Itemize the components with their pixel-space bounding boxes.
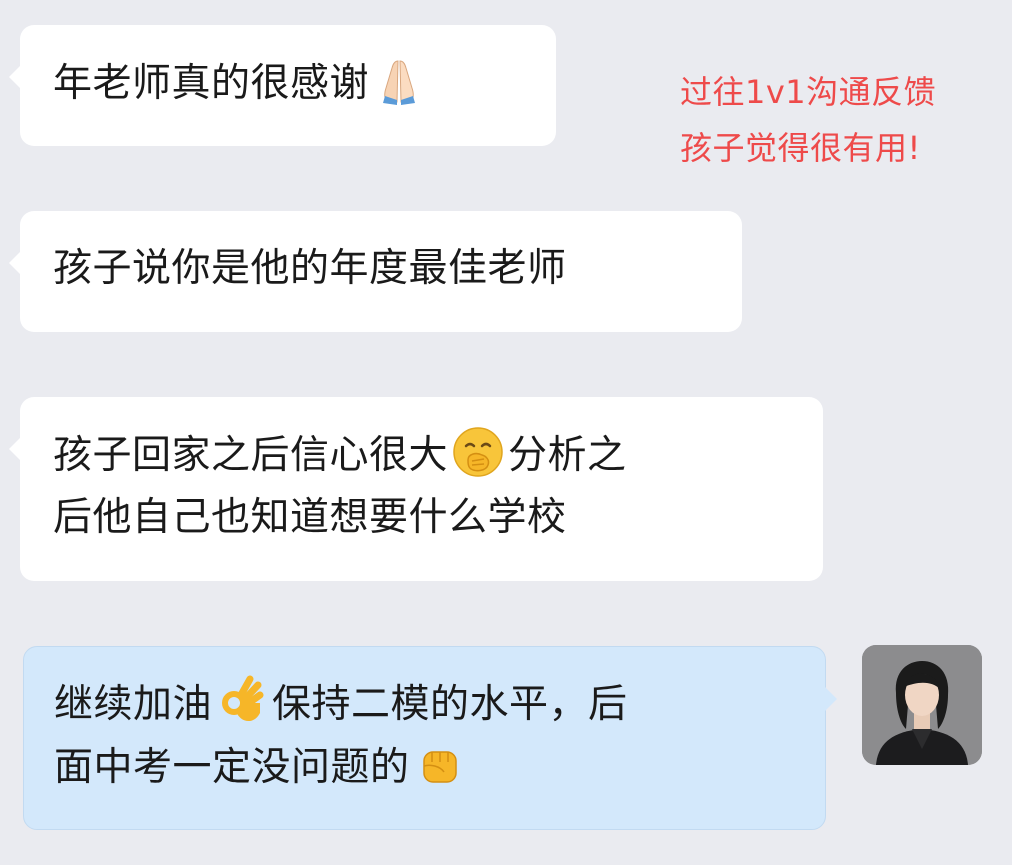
message-text: 孩子说你是他的年度最佳老师 bbox=[53, 246, 567, 291]
message-text: 分析之 bbox=[508, 433, 627, 478]
message-text: 面中考一定没问题的 bbox=[54, 745, 410, 790]
hand-over-mouth-emoji-icon bbox=[450, 424, 506, 480]
message-text: 孩子回家之后信心很大 bbox=[53, 433, 449, 478]
annotation-line-1: 过往1v1沟通反馈 bbox=[680, 73, 937, 111]
incoming-message-bubble[interactable]: 年老师真的很感谢 bbox=[9, 25, 556, 146]
avatar-photo bbox=[862, 645, 982, 765]
user-avatar[interactable] bbox=[862, 645, 982, 765]
annotation-text: 过往1v1沟通反馈 孩子觉得很有用! bbox=[680, 64, 936, 176]
folded-hands-emoji-icon bbox=[371, 52, 427, 108]
message-text: 保持二模的水平，后 bbox=[272, 682, 628, 727]
message-line: 年老师真的很感谢 bbox=[53, 52, 526, 115]
ok-hand-emoji-icon bbox=[214, 673, 270, 729]
message-line: 面中考一定没问题的 bbox=[54, 736, 795, 799]
message-line: 继续加油 保持二模的水平，后 bbox=[54, 673, 795, 736]
message-text: 年老师真的很感谢 bbox=[53, 61, 370, 106]
outgoing-message-bubble[interactable]: 继续加油 保持二模的水平，后 面中考一定没问题的 bbox=[23, 646, 837, 830]
annotation-line-2: 孩子觉得很有用! bbox=[680, 129, 921, 167]
message-text: 继续加油 bbox=[54, 682, 213, 727]
raised-fist-emoji-icon bbox=[412, 736, 468, 792]
incoming-message-bubble[interactable]: 孩子说你是他的年度最佳老师 bbox=[9, 211, 742, 332]
message-line: 孩子回家之后信心很大 分析之 bbox=[53, 424, 793, 487]
incoming-message-bubble[interactable]: 孩子回家之后信心很大 分析之 后他自己也知道想要什么学校 bbox=[9, 397, 823, 581]
message-text: 后他自己也知道想要什么学校 bbox=[53, 495, 567, 540]
